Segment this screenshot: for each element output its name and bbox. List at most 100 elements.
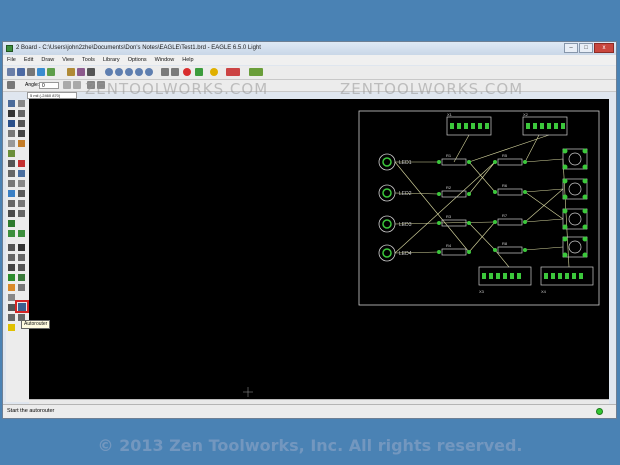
resistor-pad: [437, 160, 441, 164]
minimize-button[interactable]: –: [564, 43, 578, 53]
autorouter-highlight: [15, 300, 29, 313]
board-canvas[interactable]: LED1 LED2 LED3 LED4 R1 R2 R3 R4 R5 R6 R7 R8 X1 X2 X3 X4: [29, 99, 609, 399]
header-pad: [565, 273, 569, 279]
airwire: [524, 134, 540, 163]
layer-icon[interactable]: [7, 81, 15, 89]
menu-options[interactable]: Options: [124, 55, 151, 65]
menu-view[interactable]: View: [58, 55, 78, 65]
zoom-out-icon[interactable]: [125, 68, 133, 76]
menu-window[interactable]: Window: [151, 55, 179, 65]
switch-pad: [582, 252, 588, 258]
resistor-pad: [467, 160, 471, 164]
go-icon[interactable]: [195, 68, 203, 76]
save-icon[interactable]: [17, 68, 25, 76]
resistor-pad: [467, 221, 471, 225]
led-body: [378, 184, 396, 202]
resistor-label: R5: [502, 153, 508, 158]
menu-bar: File Edit Draw View Tools Library Option…: [3, 55, 616, 65]
mirror-icon[interactable]: [63, 81, 71, 89]
redraw-icon[interactable]: [135, 68, 143, 76]
board-icon[interactable]: [47, 68, 55, 76]
header-pad: [558, 273, 562, 279]
airwire: [524, 188, 564, 193]
watermark-left: ZENTOOLWORKS.COM: [85, 80, 269, 98]
resistor-pad: [467, 192, 471, 196]
header-pad: [503, 273, 507, 279]
header-pad: [533, 123, 537, 129]
airwire: [494, 249, 510, 268]
menu-draw[interactable]: Draw: [37, 55, 58, 65]
pcb-service-icon[interactable]: [249, 68, 263, 76]
resistor-label: R1: [446, 153, 452, 158]
copyright-notice: © 2013 Zen Toolworks, Inc. All rights re…: [97, 436, 523, 455]
airwire: [438, 221, 496, 224]
resistor-body: [497, 246, 523, 254]
switch-pad: [562, 194, 568, 200]
redo-icon[interactable]: [171, 68, 179, 76]
menu-help[interactable]: Help: [178, 55, 197, 65]
resistor-pad: [437, 250, 441, 254]
command-tool-icons[interactable]: [6, 100, 29, 402]
close-button[interactable]: x: [594, 43, 614, 53]
resistor-pad: [493, 190, 497, 194]
header-pad: [517, 273, 521, 279]
switch-knob: [568, 182, 582, 196]
header-pad: [540, 123, 544, 129]
resistor-pad: [523, 248, 527, 252]
airwire: [468, 221, 496, 253]
command-toolbar: [6, 100, 29, 402]
spin-icon[interactable]: [73, 81, 81, 89]
header-pad: [547, 123, 551, 129]
resistor-body: [441, 248, 467, 256]
resistor-body: [497, 188, 523, 196]
title-bar[interactable]: 2 Board - C:\Users\john2zhe\Documents\Do…: [3, 42, 616, 55]
switch-pad: [582, 148, 588, 154]
switch-pad: [562, 236, 568, 242]
resistor-pad: [493, 160, 497, 164]
led-body: [378, 153, 396, 171]
stop-icon[interactable]: [183, 68, 191, 76]
cam-icon[interactable]: [37, 68, 45, 76]
airwire: [524, 158, 564, 163]
resistor-label: R7: [502, 213, 508, 218]
resistor-pad: [437, 192, 441, 196]
angle-label: Angle:: [25, 82, 40, 88]
print-icon[interactable]: [27, 68, 35, 76]
zoom-fit-icon[interactable]: [105, 68, 113, 76]
undo-icon[interactable]: [161, 68, 169, 76]
menu-edit[interactable]: Edit: [20, 55, 37, 65]
menu-library[interactable]: Library: [99, 55, 124, 65]
switch-pad: [582, 194, 588, 200]
led-body: [378, 244, 396, 262]
autorouter-tooltip: Autorouter: [21, 320, 51, 329]
led-label: LED4: [399, 251, 412, 257]
maximize-button[interactable]: □: [579, 43, 593, 53]
switch-pad: [562, 164, 568, 170]
resistor-pad: [523, 220, 527, 224]
status-indicator-icon: [596, 408, 603, 415]
airwire: [524, 191, 564, 220]
ulp-icon[interactable]: [77, 68, 85, 76]
design-link-icon[interactable]: [226, 68, 240, 76]
header-pad: [544, 273, 548, 279]
resistor-label: R4: [446, 243, 452, 248]
switch-pad: [562, 208, 568, 214]
zoom-in-icon[interactable]: [115, 68, 123, 76]
switch-pad: [562, 148, 568, 154]
resistor-body: [497, 218, 523, 226]
header-pad: [496, 273, 500, 279]
watermark-right: ZENTOOLWORKS.COM: [340, 80, 524, 98]
angle-select[interactable]: 0: [39, 82, 59, 89]
script-icon[interactable]: [67, 68, 75, 76]
header-pad: [482, 273, 486, 279]
open-icon[interactable]: [7, 68, 15, 76]
help-icon[interactable]: [210, 68, 218, 76]
menu-file[interactable]: File: [3, 55, 20, 65]
menu-tools[interactable]: Tools: [78, 55, 99, 65]
led-label: LED1: [399, 160, 412, 166]
resistor-label: R6: [502, 183, 508, 188]
zoom-select-icon[interactable]: [145, 68, 153, 76]
layers-icon[interactable]: [87, 68, 95, 76]
coordinate-display: 5 mil (-2460 870): [27, 92, 77, 99]
resistor-pad: [523, 160, 527, 164]
